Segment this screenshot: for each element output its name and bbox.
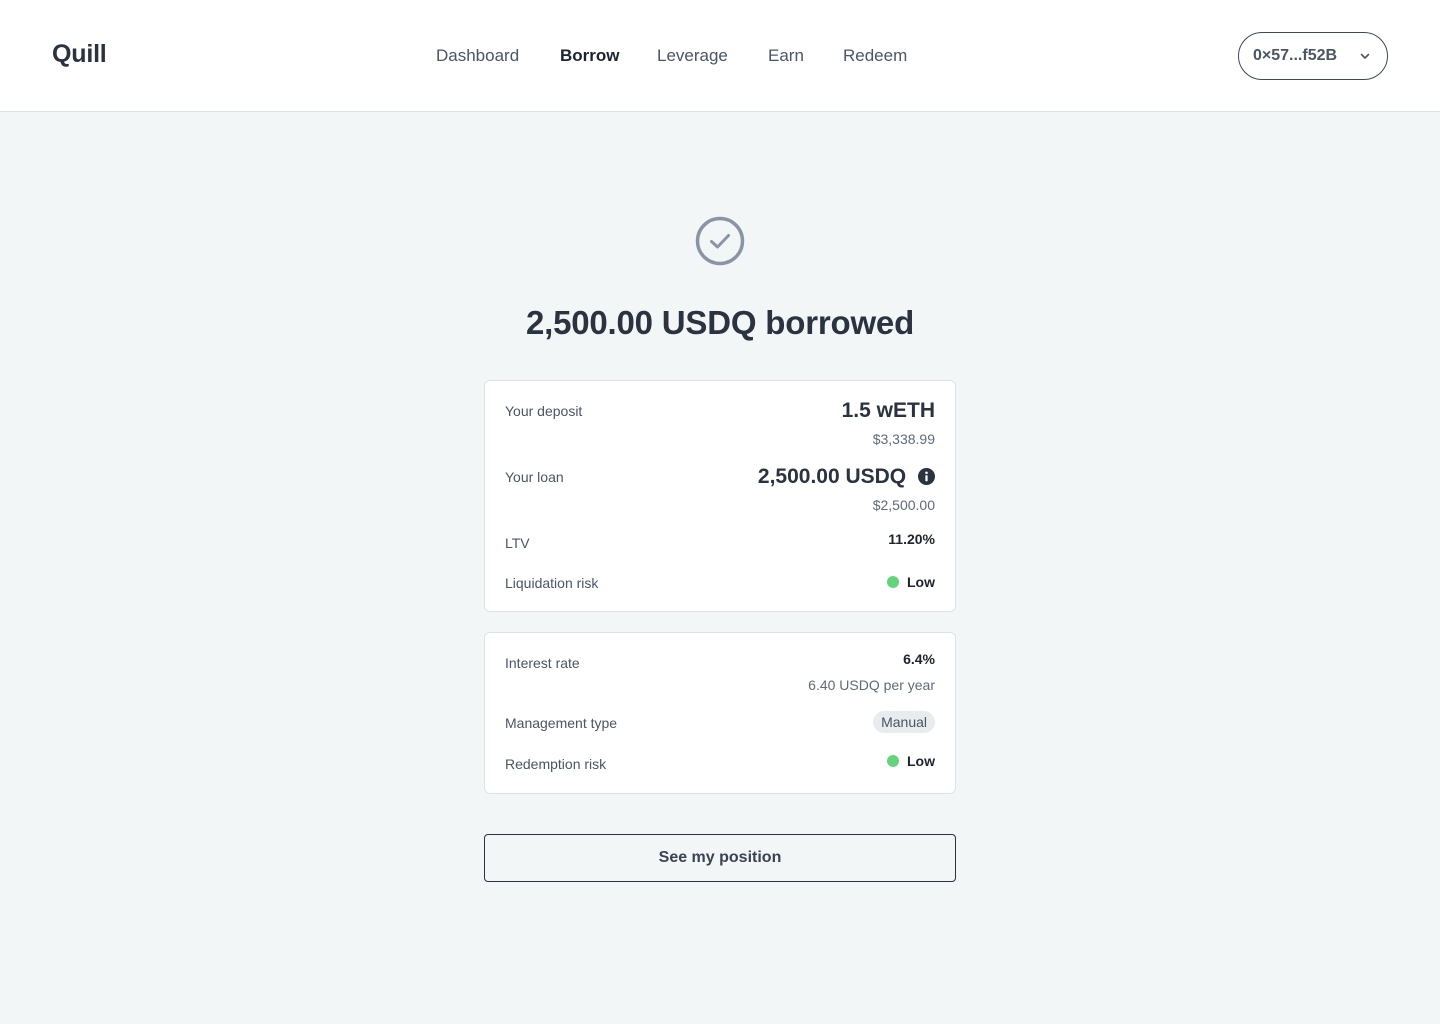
interest-per-year: 6.40 USDQ per year [808, 677, 935, 693]
liquidation-risk-value: Low [887, 574, 935, 590]
management-type-value: Manual [873, 711, 935, 733]
deposit-value: 1.5 wETH [841, 399, 935, 422]
deposit-label: Your deposit [505, 403, 583, 419]
loan-label: Your loan [505, 469, 564, 485]
risk-indicator-dot [887, 576, 899, 588]
loan-usd: $2,500.00 [872, 497, 935, 513]
liquidation-risk-text: Low [907, 574, 935, 590]
main-nav: Dashboard Borrow Leverage Earn Redeem [0, 46, 1440, 68]
top-bar: Quill Dashboard Borrow Leverage Earn Red… [0, 0, 1440, 112]
management-type-label: Management type [505, 715, 618, 731]
deposit-usd: $3,338.99 [872, 431, 935, 447]
nav-dashboard[interactable]: Dashboard [436, 46, 519, 66]
info-icon[interactable] [918, 468, 935, 485]
interest-rate-label: Interest rate [505, 655, 580, 671]
nav-borrow[interactable]: Borrow [560, 46, 620, 66]
nav-earn[interactable]: Earn [768, 46, 804, 66]
position-summary-card: Your deposit 1.5 wETH $3,338.99 Your loa… [484, 380, 956, 612]
redemption-risk-value: Low [887, 753, 935, 769]
redemption-risk-label: Redemption risk [505, 756, 607, 772]
nav-redeem[interactable]: Redeem [843, 46, 907, 66]
success-headline: 2,500.00 USDQ borrowed [525, 304, 915, 341]
wallet-address: 0×57...f52B [1253, 47, 1338, 64]
nav-leverage[interactable]: Leverage [657, 46, 728, 66]
risk-indicator-dot [887, 755, 899, 767]
loan-value-row: 2,500.00 USDQ [758, 465, 935, 489]
interest-rate-value: 6.4% [903, 651, 935, 667]
redemption-risk-text: Low [907, 753, 935, 769]
ltv-value: 11.20% [888, 531, 935, 547]
loan-terms-card: Interest rate 6.4% 6.40 USDQ per year Ma… [484, 632, 956, 794]
chevron-down-icon [1360, 53, 1370, 59]
see-my-position-button[interactable]: See my position [484, 834, 956, 882]
management-type-badge: Manual [873, 711, 935, 733]
liquidation-risk-label: Liquidation risk [505, 575, 599, 591]
wallet-button[interactable]: 0×57...f52B [1238, 32, 1388, 80]
check-circle-icon [695, 216, 745, 266]
ltv-label: LTV [505, 535, 530, 551]
loan-value: 2,500.00 USDQ [757, 465, 907, 488]
